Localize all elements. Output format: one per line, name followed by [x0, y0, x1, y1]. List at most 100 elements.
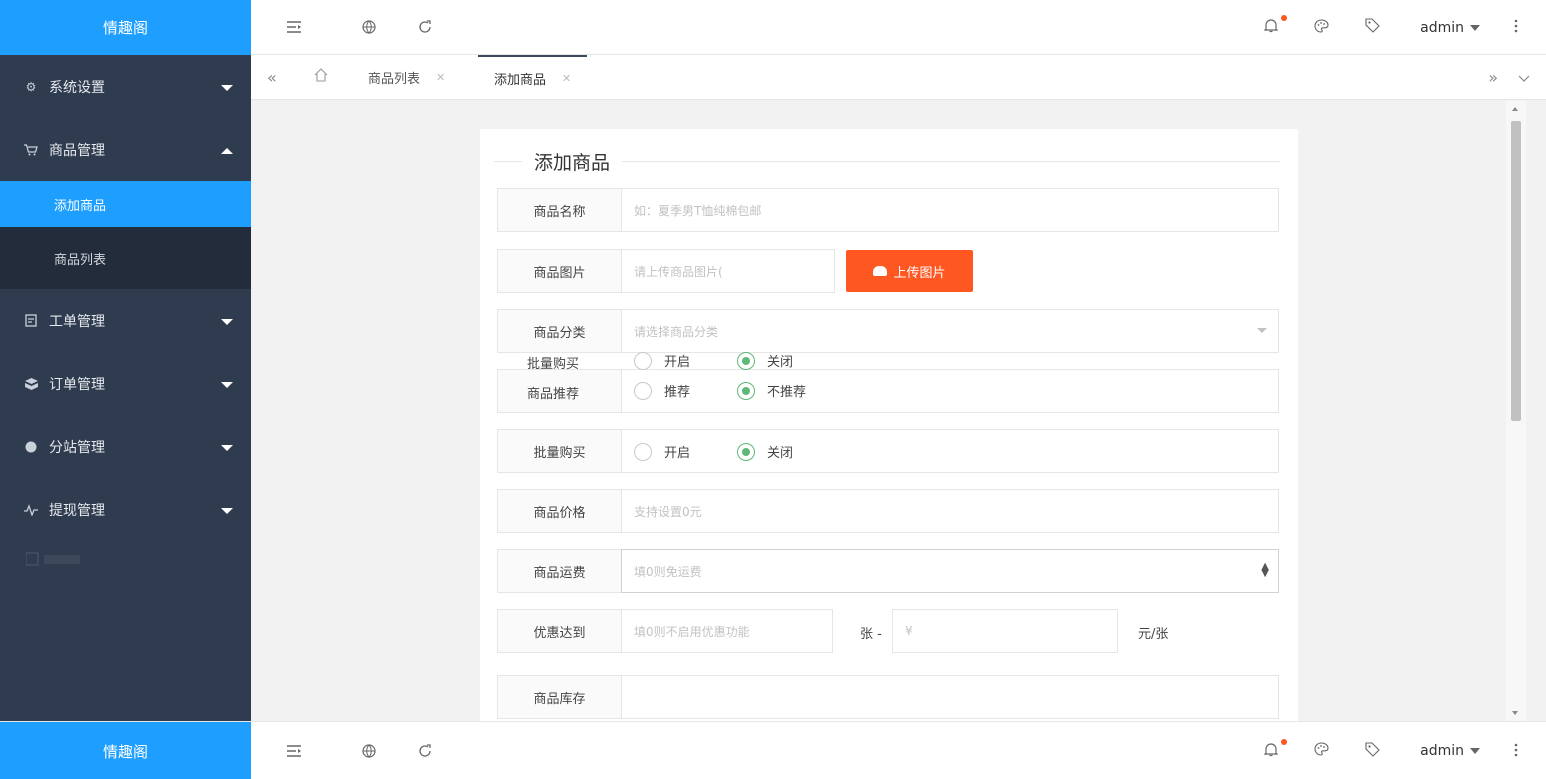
notification-dot [1281, 738, 1288, 745]
menu-toggle-icon[interactable] [285, 18, 303, 36]
radio-recommend-on[interactable]: 推荐 [634, 381, 690, 400]
cart-icon [24, 143, 38, 157]
sidebar-item-label: 商品管理 [49, 142, 105, 159]
brand-logo[interactable]: 情趣阁 [0, 0, 251, 55]
main-content: 添加商品 商品名称 如：夏季男T恤纯棉包邮 商品图片 请上传商品图片( 上传图片… [251, 101, 1526, 721]
form-row-stock: 商品库存 [497, 675, 1279, 719]
brand-logo[interactable]: 情趣阁 [0, 722, 251, 779]
discount-unit: 元/张 [1138, 627, 1169, 642]
caret-down-icon [1470, 24, 1480, 31]
form-row-shipping: 商品运费 填0则免运费 ▲ ▼ [497, 549, 1279, 593]
form-row-discount: 优惠达到 填0则不启用优惠功能 张 - ¥ 元/张 [497, 609, 1279, 653]
chevron-down-icon [221, 507, 233, 514]
radio-label: 推荐 [664, 385, 691, 400]
sidebar-item-label: 订单管理 [49, 376, 105, 393]
add-product-form-card: 添加商品 商品名称 如：夏季男T恤纯棉包邮 商品图片 请上传商品图片( 上传图片… [480, 129, 1298, 721]
price-input[interactable]: 支持设置0元 [621, 489, 1279, 533]
radio-circle-checked [737, 442, 755, 461]
stock-input[interactable] [621, 675, 1279, 719]
product-name-input[interactable]: 如：夏季男T恤纯棉包邮 [621, 188, 1279, 232]
chevron-down-icon [221, 381, 233, 388]
field-label: 优惠达到 [497, 609, 622, 653]
header-right-tools: admin [1228, 0, 1518, 55]
username: admin [1420, 743, 1464, 759]
more-vertical-icon[interactable] [1514, 18, 1518, 37]
sidebar-item-product-list[interactable]: 商品列表 [0, 227, 251, 289]
field-label: 商品价格 [497, 489, 622, 533]
palette-icon[interactable] [1314, 18, 1329, 37]
tabs-dropdown-icon[interactable] [1518, 68, 1530, 87]
radio-label: 关闭 [767, 355, 794, 370]
upload-button-label: 上传图片 [893, 265, 946, 281]
chevron-down-icon [1257, 328, 1267, 333]
chevron-down-icon [221, 444, 233, 451]
divider [494, 160, 522, 162]
tab-product-list[interactable]: 商品列表 ✕ [368, 55, 445, 100]
notification-dot [1281, 15, 1288, 21]
product-image-input[interactable]: 请上传商品图片( [621, 249, 835, 293]
bulk-radio-group: 开启 关闭 [621, 429, 1279, 473]
tag-icon[interactable] [1365, 18, 1380, 37]
sidebar-item-withdrawal-management[interactable]: 提现管理 [0, 478, 251, 541]
form-row-bulk: 批量购买 开启 关闭 [497, 429, 1279, 473]
sidebar-item-product-management[interactable]: 商品管理 [0, 118, 251, 181]
bell-icon[interactable] [1263, 15, 1288, 37]
close-icon[interactable]: ✕ [562, 72, 571, 85]
page-tabs-bar: « 商品列表 ✕ 添加商品 ✕ » [251, 55, 1546, 100]
top-header: admin [251, 0, 1546, 55]
number-spinner-icon[interactable]: ▲ ▼ [1261, 562, 1269, 579]
category-select[interactable]: 请选择商品分类 [621, 309, 1279, 353]
form-title: 添加商品 [534, 151, 611, 174]
field-label: 批量购买 [497, 429, 622, 473]
radio-label: 开启 [664, 355, 691, 370]
field-label: 商品运费 [497, 549, 622, 593]
sidebar-item-substation-management[interactable]: 分站管理 [0, 415, 251, 478]
discount-amount-input[interactable]: ¥ [892, 609, 1118, 653]
home-icon[interactable] [313, 67, 329, 87]
close-icon[interactable]: ✕ [436, 71, 445, 84]
tab-add-product[interactable]: 添加商品 ✕ [478, 55, 588, 100]
chevron-down-icon [221, 84, 233, 91]
caret-down-icon [1470, 748, 1480, 754]
form-row-category: 商品分类 请选择商品分类 [497, 309, 1279, 353]
field-label: 商品推荐 [527, 387, 580, 402]
radio-label: 关闭 [767, 446, 794, 461]
sidebar-item-order-management[interactable]: 订单管理 [0, 352, 251, 415]
menu-toggle-icon[interactable] [285, 742, 303, 760]
user-menu[interactable]: admin [1420, 743, 1480, 759]
radio-bulk-on[interactable]: 开启 [634, 442, 690, 461]
globe-icon[interactable] [360, 18, 378, 36]
tabs-scroll-right-icon[interactable]: » [1488, 68, 1498, 87]
refresh-icon[interactable] [416, 742, 434, 760]
sidebar-item-label: 分站管理 [49, 439, 105, 456]
content-scrollbar[interactable] [1506, 101, 1526, 721]
shipping-input[interactable]: 填0则免运费 [621, 549, 1279, 593]
box-icon [24, 377, 38, 391]
radio-bulk-off-overlap[interactable]: 关闭 [737, 351, 793, 370]
sidebar-item-add-product[interactable]: 添加商品 [0, 181, 251, 227]
header-right-tools: admin [1228, 722, 1518, 779]
user-menu[interactable]: admin [1420, 20, 1480, 36]
radio-bulk-on-overlap[interactable]: 开启 [634, 351, 690, 370]
more-vertical-icon[interactable] [1514, 742, 1518, 761]
field-label: 商品分类 [497, 309, 622, 353]
scroll-thumb[interactable] [1511, 121, 1521, 421]
tag-icon[interactable] [1365, 741, 1380, 761]
scroll-down-arrow[interactable] [1512, 711, 1518, 715]
field-label: 批量购买 [527, 357, 580, 372]
scroll-up-arrow[interactable] [1512, 107, 1518, 111]
globe-icon[interactable] [360, 742, 378, 760]
tabs-scroll-left-icon[interactable]: « [267, 68, 277, 87]
discount-threshold-input[interactable]: 填0则不启用优惠功能 [621, 609, 833, 653]
sidebar-item-label: 系统设置 [49, 79, 105, 96]
palette-icon[interactable] [1314, 742, 1329, 760]
sidebar-item-system-settings[interactable]: ⚙ 系统设置 [0, 55, 251, 118]
sidebar-item-ticket-management[interactable]: 工单管理 [0, 289, 251, 352]
refresh-icon[interactable] [416, 18, 434, 36]
radio-recommend-off[interactable]: 不推荐 [737, 381, 806, 400]
radio-label: 开启 [664, 446, 691, 461]
chevron-up-icon [221, 147, 233, 154]
bell-icon[interactable] [1263, 738, 1288, 761]
upload-image-button[interactable]: 上传图片 [846, 250, 973, 292]
radio-bulk-off[interactable]: 关闭 [737, 442, 793, 461]
